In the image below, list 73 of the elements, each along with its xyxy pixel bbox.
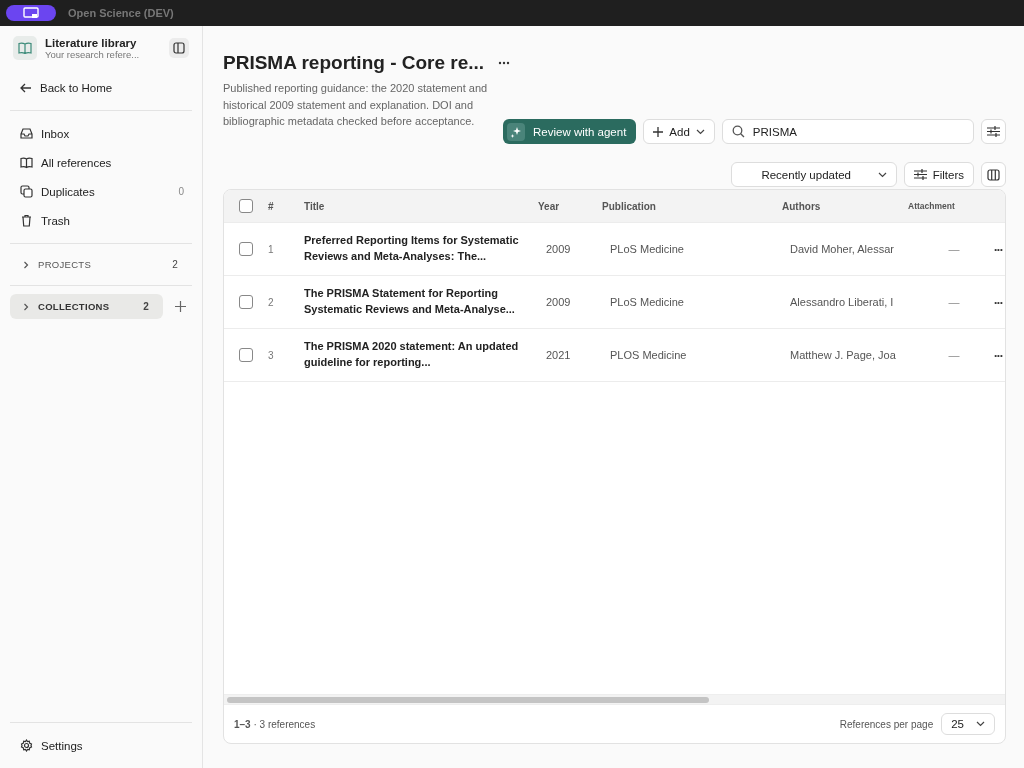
workspace-name: Open Science (DEV) (68, 7, 174, 19)
chevron-icon (22, 260, 30, 269)
table-cell-text: PLOS Medicine (610, 349, 688, 361)
library-title: Literature library (45, 36, 138, 49)
column-header: Attachment (908, 201, 956, 211)
row-menu-button[interactable]: ••• (992, 295, 1005, 309)
review-button[interactable]: Review with agent (503, 119, 637, 144)
sidebar-section[interactable]: COLLECTIONS 2 (10, 294, 163, 319)
sort-dropdown[interactable]: Recently updated (730, 162, 897, 187)
results-summary: 1–3 · 3 references (234, 718, 316, 730)
column-header: Publication (602, 200, 657, 212)
table-cell-text: 2021 (546, 349, 572, 361)
trash-icon (20, 214, 33, 227)
table-cell-text: The PRISMA 2020 statement: An updated guideline for reporting... (304, 339, 520, 370)
settings-icon[interactable] (981, 119, 1006, 144)
settings-link[interactable]: Settings (10, 731, 192, 760)
table-cell-text: David Moher, Alessar (790, 243, 895, 255)
table-cell-text: — (947, 243, 961, 255)
add-button[interactable]: Add (643, 119, 715, 144)
gear-icon (20, 739, 33, 752)
sidebar-item[interactable]: Trash (10, 206, 192, 235)
table-cell-text: Matthew J. Page, Joa (790, 349, 897, 361)
search-field[interactable]: PRISMA (721, 119, 974, 144)
select-all-checkbox[interactable] (239, 199, 253, 213)
library-subtitle: Your research refere... (45, 48, 141, 60)
column-header: Authors (782, 200, 822, 212)
table-cell-text: The PRISMA Statement for Reporting Systematic Reviews and Meta-Analyse... (304, 286, 516, 317)
row-number: 3 (268, 349, 275, 361)
table-cell-text: PLoS Medicine (610, 296, 685, 308)
book-icon (20, 156, 33, 169)
sidebar-item[interactable]: Inbox (10, 119, 192, 148)
row-menu-button[interactable]: ••• (992, 242, 1005, 256)
caret-icon (695, 128, 705, 135)
page-description: Published reporting guidance: the 2020 statement and historical 2009 statement and explanation. DOI and bibliographic metadata checked before acceptance. (223, 81, 489, 129)
row-checkbox[interactable] (239, 295, 253, 309)
sliders-icon (913, 169, 927, 180)
per-page-label: References per page (839, 718, 934, 730)
column-header: Year (538, 200, 561, 212)
workspace-button[interactable] (6, 5, 56, 21)
row-menu-button[interactable]: ••• (992, 348, 1005, 362)
book-icon (13, 36, 37, 60)
sidebar-section[interactable]: PROJECTS 2 (10, 252, 192, 277)
table-cell-text: — (947, 349, 961, 361)
chevron-icon (22, 302, 30, 311)
table-cell-text: Preferred Reporting Items for Systematic Reviews and Meta-Analyses: The... (304, 233, 520, 264)
inbox-icon (20, 127, 33, 140)
row-number: 2 (268, 296, 275, 308)
table-cell-text: PLoS Medicine (610, 243, 685, 255)
columns-icon[interactable] (981, 162, 1006, 187)
sidebar-toggle-button[interactable] (169, 38, 189, 58)
caret-icon (877, 171, 887, 178)
copy-icon (20, 185, 33, 198)
monitor-icon (23, 7, 39, 19)
table-cell-text: 2009 (546, 243, 572, 255)
column-header: # (268, 200, 275, 212)
sidebar-item[interactable]: All references (10, 148, 192, 177)
table-cell-text: Alessandro Liberati, I (790, 296, 895, 308)
plus-icon (653, 126, 664, 137)
sparkle-icon (507, 122, 525, 141)
row-number: 1 (268, 243, 275, 255)
row-checkbox[interactable] (239, 242, 253, 256)
arrow-left-icon (20, 83, 32, 93)
page-title: PRISMA reporting - Core re... (223, 52, 485, 74)
column-header: Title (304, 200, 326, 212)
back-link[interactable]: Back to Home (10, 74, 192, 102)
per-page-dropdown[interactable]: 25 (941, 713, 995, 735)
sidebar-item[interactable]: Duplicates 0 (10, 177, 192, 206)
caret-icon (976, 721, 985, 727)
scrollbar-thumb[interactable] (227, 696, 709, 703)
filters-button[interactable]: Filters (903, 162, 974, 187)
table-cell-text: — (947, 296, 961, 308)
table-cell-text: 2009 (546, 296, 572, 308)
row-checkbox[interactable] (239, 348, 253, 362)
